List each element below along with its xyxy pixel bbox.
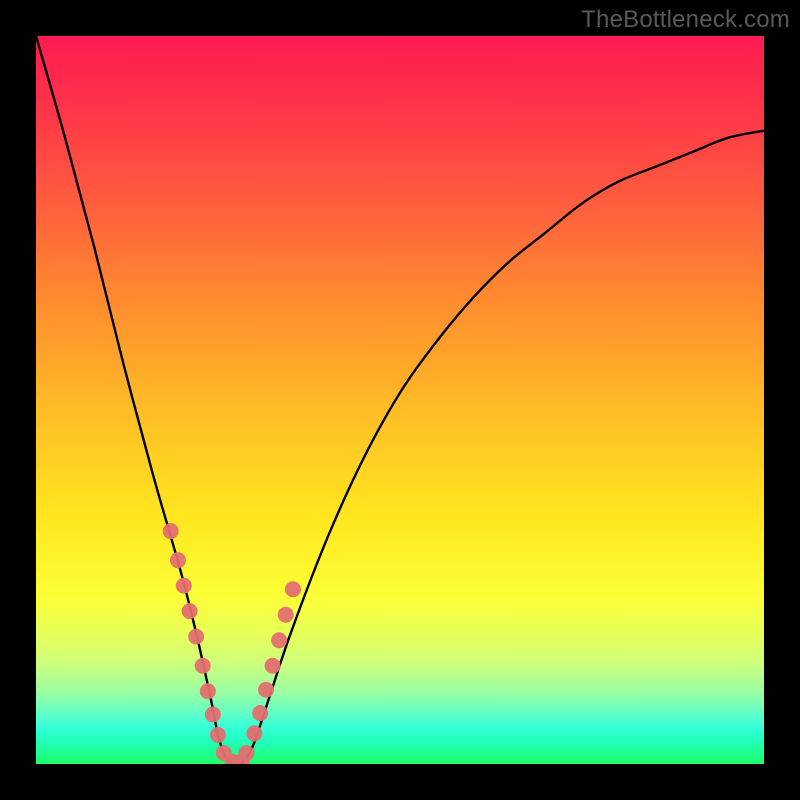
marker-dot <box>205 707 221 723</box>
marker-dot <box>252 705 268 721</box>
outer-frame: TheBottleneck.com <box>0 0 800 800</box>
marker-dot <box>258 682 274 698</box>
marker-dot <box>246 725 262 741</box>
marker-dot <box>176 578 192 594</box>
marker-dot <box>200 683 216 699</box>
marker-dot <box>182 603 198 619</box>
curve-layer <box>36 36 764 764</box>
marker-dot <box>210 727 226 743</box>
marker-dot <box>285 581 301 597</box>
marker-dot <box>195 658 211 674</box>
marker-dot <box>188 629 204 645</box>
watermark-text: TheBottleneck.com <box>581 6 790 34</box>
marker-dot <box>271 632 287 648</box>
chart-svg <box>36 36 764 764</box>
marker-dot <box>170 552 186 568</box>
marker-dot <box>238 745 254 761</box>
bottleneck-curve <box>36 36 764 764</box>
plot-area <box>36 36 764 764</box>
marker-dot <box>278 607 294 623</box>
marker-dot <box>163 523 179 539</box>
marker-dot <box>265 658 281 674</box>
marker-dots-layer <box>163 523 301 764</box>
